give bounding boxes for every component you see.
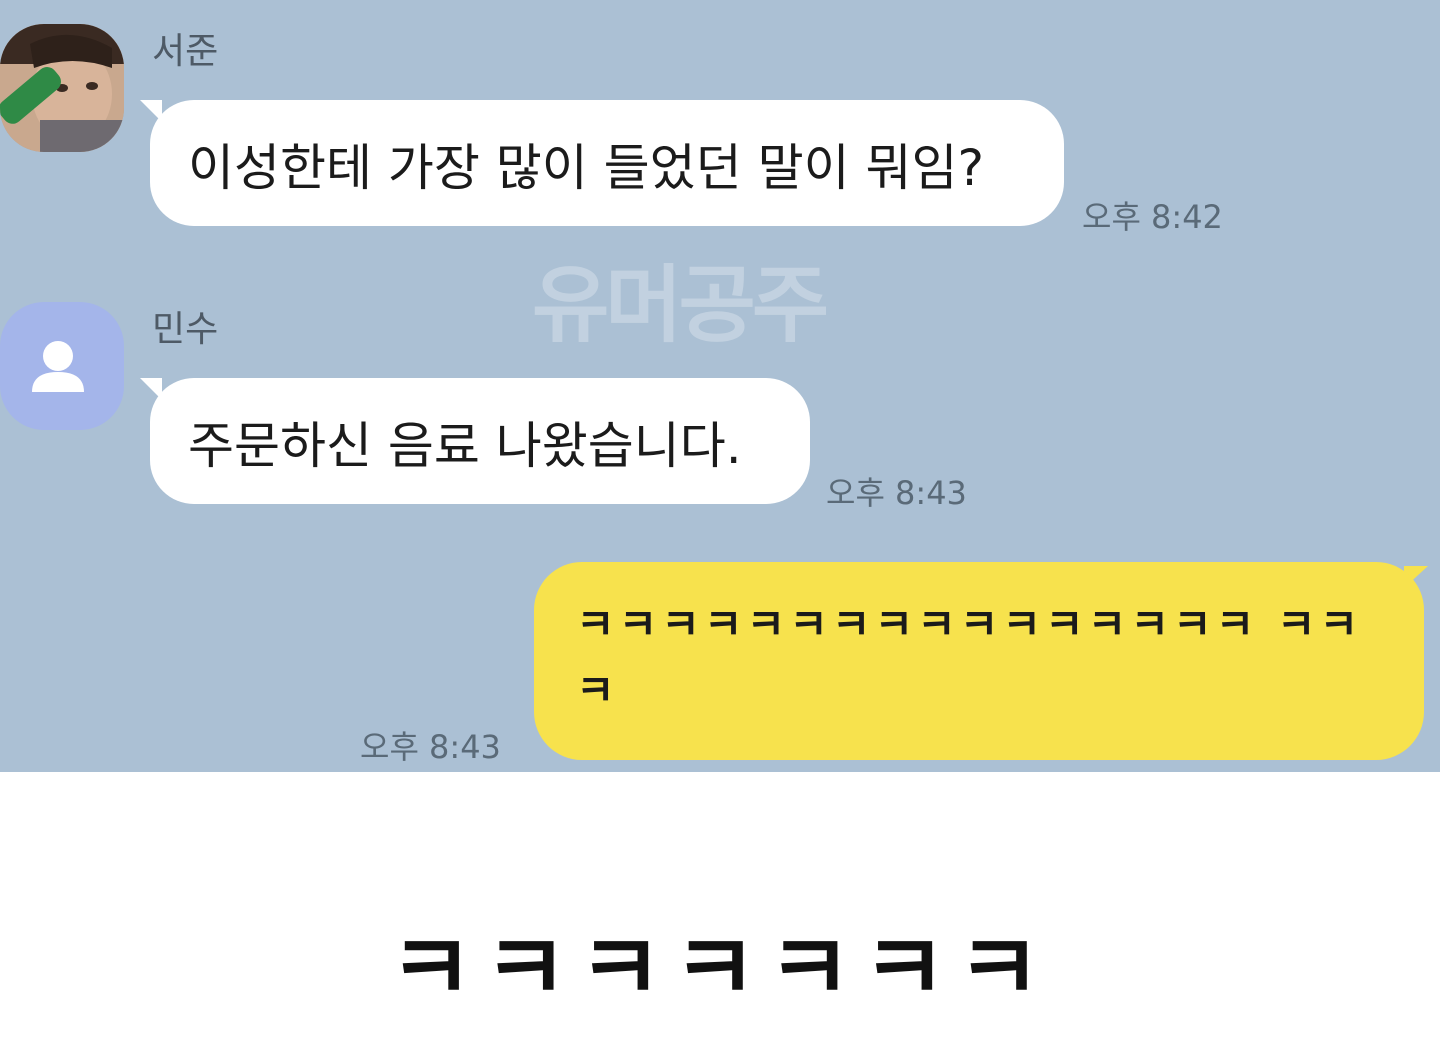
watermark: 유머공주 — [532, 256, 829, 354]
message-timestamp: 오후 8:43 — [826, 474, 967, 512]
incoming-message-bubble[interactable]: 주문하신 음료 나왔습니다. — [150, 378, 810, 504]
sender-avatar-photo[interactable] — [0, 24, 124, 152]
caption-text: ㅋㅋㅋㅋㅋㅋㅋ — [388, 915, 1052, 1022]
message-timestamp: 오후 8:42 — [1082, 198, 1223, 236]
profile-photo-icon — [0, 24, 124, 152]
person-icon — [32, 341, 84, 392]
incoming-message-bubble[interactable]: 이성한테 가장 많이 들었던 말이 뭐임? — [150, 100, 1064, 226]
outgoing-message-bubble[interactable]: ㅋㅋㅋㅋㅋㅋㅋㅋㅋㅋㅋㅋㅋㅋㅋㅋ ㅋㅋㅋ — [534, 562, 1424, 760]
sender-avatar-default[interactable] — [0, 302, 124, 430]
chat-area: 유머공주 서준 이성한테 가장 많이 들었던 말이 뭐임? 오후 8:42 민수… — [0, 0, 1440, 772]
sender-name: 서준 — [152, 31, 219, 72]
sender-name: 민수 — [152, 309, 219, 350]
message-timestamp: 오후 8:43 — [360, 728, 501, 766]
